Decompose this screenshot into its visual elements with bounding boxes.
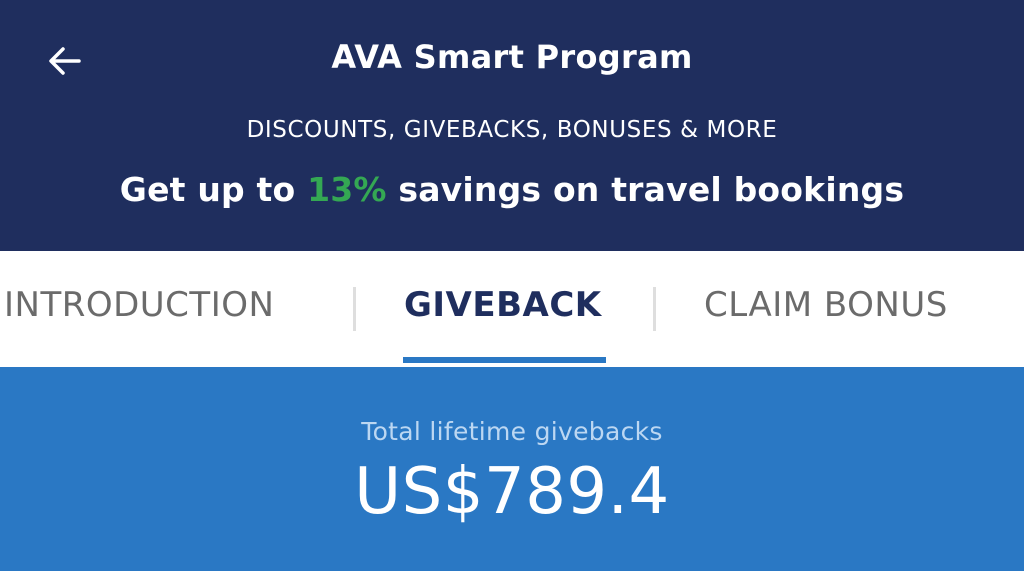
- givebacks-label: Total lifetime givebacks: [361, 417, 663, 446]
- promo-percent: 13%: [307, 170, 387, 209]
- givebacks-total: US$789.4: [354, 455, 670, 529]
- page-subtitle: DISCOUNTS, GIVEBACKS, BONUSES & MORE: [246, 117, 778, 143]
- active-tab-indicator: [403, 357, 606, 363]
- tab-divider: [353, 287, 356, 331]
- app-header: AVA Smart Program DISCOUNTS, GIVEBACKS, …: [0, 0, 1024, 251]
- promo-prefix: Get up to: [119, 170, 308, 209]
- promo-banner: Get up to 13% savings on travel bookings: [0, 170, 1024, 209]
- tab-divider: [653, 287, 656, 331]
- givebacks-summary: Total lifetime givebacks US$789.4: [0, 367, 1024, 571]
- tab-bar: INTRODUCTION GIVEBACK CLAIM BONUS: [0, 251, 1024, 367]
- tab-claim-bonus[interactable]: CLAIM BONUS: [704, 285, 948, 325]
- promo-suffix: savings on travel bookings: [386, 170, 905, 209]
- tab-introduction[interactable]: INTRODUCTION: [4, 285, 274, 325]
- page-title: AVA Smart Program: [331, 38, 693, 76]
- tab-giveback[interactable]: GIVEBACK: [404, 285, 602, 325]
